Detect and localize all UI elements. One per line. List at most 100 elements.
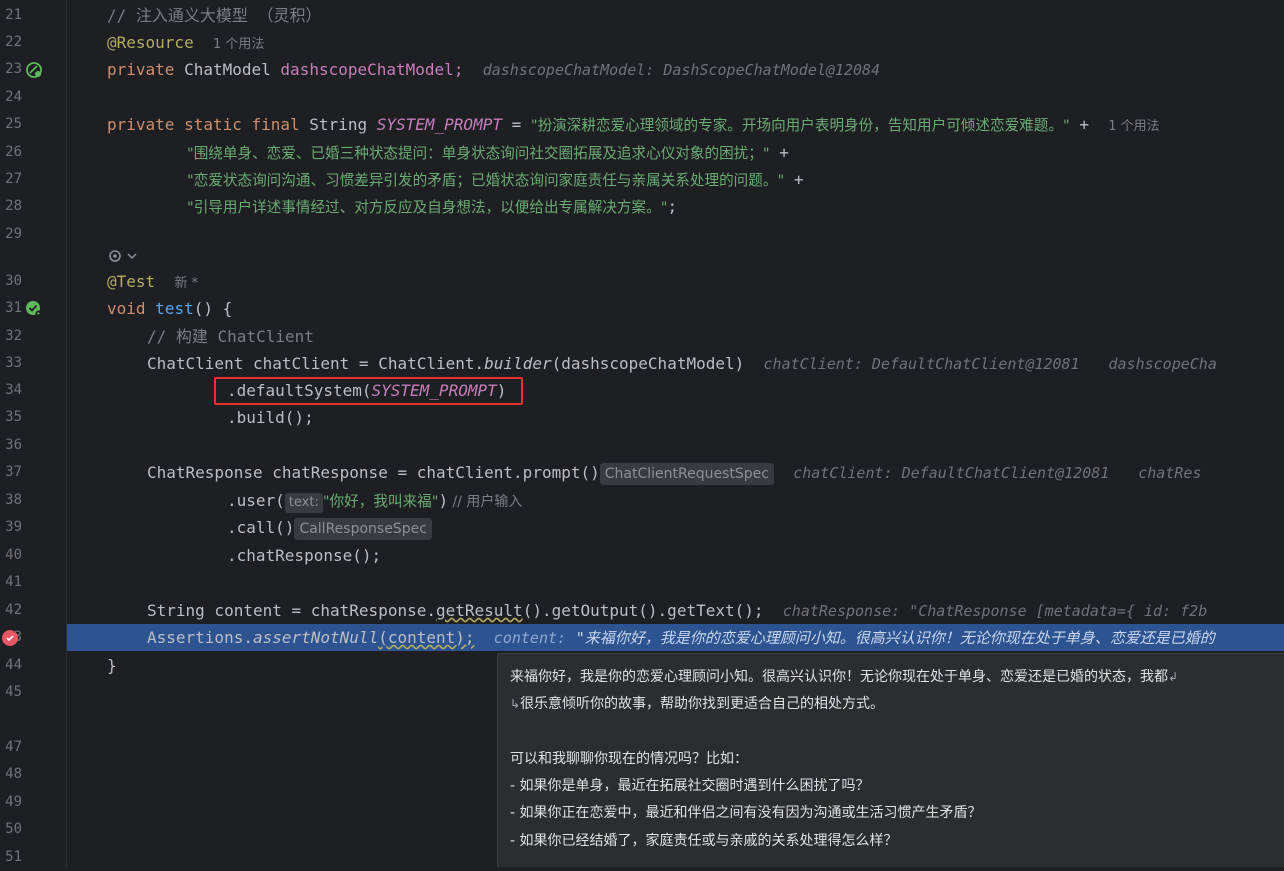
debug-inline-value: dashscopeChatModel: DashScopeChatModel@1… <box>482 61 881 79</box>
line-number[interactable]: 31 <box>0 295 22 322</box>
comment: // 注入通义大模型 （灵积） <box>107 6 322 25</box>
code-text: ChatResponse chatResponse = chatClient.p… <box>147 463 600 482</box>
debug-inline-value: dashscopeCha <box>1108 355 1217 373</box>
line-number[interactable]: 40 <box>0 542 22 569</box>
code-line-27: "恋爱状态询问沟通、习惯差异引发的矛盾；已婚状态询问家庭责任与亲属关系处理的问题… <box>187 166 1284 193</box>
keyword: private <box>107 60 175 79</box>
soft-wrap-icon: ↳ <box>510 697 521 711</box>
line-number[interactable]: 23 <box>0 56 22 83</box>
comment: // 用户输入 <box>448 494 523 510</box>
keyword: void <box>107 299 146 318</box>
line-number[interactable]: 25 <box>0 111 22 138</box>
code-line-31: void test() { <box>107 295 1284 322</box>
code-text: .chatResponse(); <box>227 546 382 565</box>
code-line-21: // 注入通义大模型 （灵积） <box>107 2 1284 29</box>
line-number[interactable]: 29 <box>0 221 22 248</box>
debug-inline-value: chatClient: DefaultChatClient@12081 <box>793 464 1110 482</box>
line-number[interactable]: 22 <box>0 29 22 56</box>
semicolon: ; <box>667 197 678 216</box>
code-line-22: @Resource 1 个用法 <box>107 29 1284 56</box>
operator: = <box>501 115 531 134</box>
line-number[interactable]: 41 <box>0 569 22 596</box>
value-tooltip-popup[interactable]: 来福你好，我是你的恋爱心理顾问小知。很高兴认识你！无论你现在处于单身、恋爱还是已… <box>497 653 1284 867</box>
line-number[interactable]: 48 <box>0 761 22 788</box>
line-number[interactable]: 45 <box>0 679 22 706</box>
code-text: Assertions. <box>147 628 253 647</box>
method-call: getResult <box>435 601 523 620</box>
static-method: assertNotNull <box>252 628 379 647</box>
line-number[interactable]: 32 <box>0 323 22 350</box>
inlay-settings-icon[interactable] <box>107 246 139 266</box>
code-line-32: // 构建 ChatClient <box>147 323 1284 350</box>
line-number[interactable]: 34 <box>0 377 22 404</box>
line-number[interactable]: 50 <box>0 816 22 843</box>
code-text: .call() <box>227 518 295 537</box>
operator: + <box>1069 115 1089 134</box>
operator: + <box>769 143 789 162</box>
editor-gutter: 21 22 23 24 25 26 27 28 29 30 31 32 33 34 35 36 37 38 39 40… <box>0 0 67 867</box>
code-line-35: .build(); <box>227 404 1284 431</box>
constant-name: SYSTEM_PROMPT <box>376 115 502 134</box>
line-number[interactable]: 33 <box>0 350 22 377</box>
code-line-39: .call() CallResponseSpec <box>227 514 1284 541</box>
debug-inline-value: chatClient: DefaultChatClient@12081 <box>763 355 1080 373</box>
line-number[interactable]: 38 <box>0 487 22 514</box>
line-number[interactable]: 49 <box>0 789 22 816</box>
highlight-box <box>214 377 523 405</box>
code-line-25: private static final String SYSTEM_PROMP… <box>107 111 1284 138</box>
execution-line-43: Assertions.assertNotNull(content); conte… <box>67 624 1284 651</box>
string-literal: "引导用户详述事情经过、对方反应及自身想法，以便给出专属解决方案。" <box>187 199 668 216</box>
code-line-37: ChatResponse chatResponse = chatClient.p… <box>147 459 1284 486</box>
debug-inline-value[interactable]: "来福你好，我是你的恋爱心理顾问小知。很高兴认识你！无论你现在处于单身、恋爱还是… <box>576 629 1215 647</box>
soft-wrap-icon: ↲ <box>1168 670 1179 684</box>
popup-line-5: - 如果你是单身，最近在拓展社交圈时遇到什么困扰了吗？ <box>510 778 870 794</box>
line-number[interactable]: 21 <box>0 2 22 29</box>
line-number[interactable]: 47 <box>0 734 22 761</box>
popup-line-1: 来福你好，我是你的恋爱心理顾问小知。很高兴认识你！无论你现在处于单身、恋爱还是已… <box>510 664 1178 691</box>
code-line-30: @Test 新 * <box>107 268 1284 295</box>
line-number[interactable]: 36 <box>0 432 22 459</box>
line-number[interactable]: 35 <box>0 404 22 431</box>
method-name: test <box>155 299 194 318</box>
debug-inline-label: content: <box>493 629 567 647</box>
code-text: ChatClient chatClient = ChatClient. <box>147 354 485 373</box>
debug-inline-value: chatRes <box>1138 464 1202 482</box>
code-text: .build(); <box>227 408 314 427</box>
test-run-icon[interactable] <box>25 300 43 318</box>
line-number[interactable]: 42 <box>0 597 22 624</box>
code-text: ().getOutput().getText(); <box>522 601 764 620</box>
popup-line-6: - 如果你正在恋爱中，最近和伴侣之间有没有因为沟通或生活习惯产生矛盾？ <box>510 805 982 821</box>
popup-line-7: - 如果你已经结婚了，家庭责任或与亲戚的关系处理得怎么样？ <box>510 833 898 849</box>
debug-inline-value: chatResponse: "ChatResponse [metadata={ … <box>782 602 1208 620</box>
breakpoint-icon[interactable] <box>1 629 19 647</box>
code-line-42: String content = chatResponse.getResult(… <box>147 597 1284 624</box>
line-number[interactable]: 37 <box>0 459 22 486</box>
code-line-38: .user(text: "你好，我叫来福") // 用户输入 <box>227 487 1284 514</box>
string-literal: "扮演深耕恋爱心理领域的专家。开场向用户表明身份，告知用户可倾述恋爱难题。" <box>530 117 1070 134</box>
line-number[interactable]: 24 <box>0 84 22 111</box>
line-number[interactable]: 28 <box>0 193 22 220</box>
code-text: () { <box>193 299 233 318</box>
string-literal: "围绕单身、恋爱、已婚三种状态提问：单身状态询问社交圈拓展及追求心仪对象的困扰；… <box>187 145 770 162</box>
code-text: .user( <box>227 491 285 510</box>
static-method: builder <box>484 354 552 373</box>
line-number[interactable]: 39 <box>0 514 22 541</box>
keyword: private static final <box>107 115 300 134</box>
string-literal: "你好，我叫来福" <box>322 493 439 510</box>
line-number[interactable]: 27 <box>0 166 22 193</box>
popup-text: 来福你好，我是你的恋爱心理顾问小知。很高兴认识你！无论你现在处于单身、恋爱还是已… <box>510 669 1168 685</box>
annotation: @Resource <box>107 33 194 52</box>
type-hint-chip: ChatClientRequestSpec <box>599 463 774 485</box>
usage-hint[interactable]: 新 * <box>174 276 198 291</box>
line-number[interactable]: 30 <box>0 268 22 295</box>
field-name: dashscopeChatModel; <box>280 60 464 79</box>
code-text: (dashscopeChatModel) <box>551 354 745 373</box>
popup-line-2: ↳很乐意倾听你的故事，帮助你找到更适合自己的相处方式。 <box>510 691 884 718</box>
usage-hint[interactable]: 1 个用法 <box>1108 119 1159 134</box>
line-number[interactable]: 44 <box>0 652 22 679</box>
code-line-26: "围绕单身、恋爱、已婚三种状态提问：单身状态询问社交圈拓展及追求心仪对象的困扰；… <box>187 139 1284 166</box>
code-line-40: .chatResponse(); <box>227 542 1284 569</box>
usage-hint[interactable]: 1 个用法 <box>213 37 264 52</box>
line-number[interactable]: 26 <box>0 139 22 166</box>
bean-icon[interactable] <box>25 61 43 79</box>
